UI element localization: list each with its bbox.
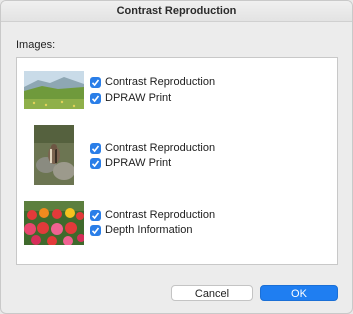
- ok-button[interactable]: OK: [260, 285, 338, 301]
- checkbox-checked-icon[interactable]: [90, 157, 101, 169]
- checkbox-checked-icon[interactable]: [90, 209, 101, 221]
- image-1-option-dpraw[interactable]: DPRAW Print: [90, 91, 171, 105]
- checkbox-checked-icon[interactable]: [90, 224, 101, 236]
- images-list-panel: Contrast Reproduction DPRAW Print Contra…: [16, 57, 338, 265]
- option-label: Contrast Reproduction: [105, 209, 216, 221]
- image-3-option-contrast[interactable]: Contrast Reproduction: [90, 208, 215, 222]
- image-1-option-contrast[interactable]: Contrast Reproduction: [90, 75, 215, 89]
- checkbox-checked-icon[interactable]: [90, 92, 101, 104]
- option-label: Contrast Reproduction: [105, 76, 216, 88]
- dialog-title: Contrast Reproduction: [1, 1, 352, 22]
- option-label: DPRAW Print: [105, 157, 172, 169]
- cancel-button[interactable]: Cancel: [171, 285, 253, 301]
- flower-bed-thumbnail: [24, 201, 84, 245]
- landscape-meadow-thumbnail: [24, 71, 84, 109]
- option-label: Depth Information: [105, 224, 193, 236]
- image-2-option-contrast[interactable]: Contrast Reproduction: [90, 141, 215, 155]
- checkbox-checked-icon[interactable]: [90, 76, 101, 88]
- dialog-window: Contrast Reproduction Images: Contrast R…: [0, 0, 353, 314]
- images-label: Images:: [16, 39, 56, 51]
- image-2-option-dpraw[interactable]: DPRAW Print: [90, 156, 171, 170]
- option-label: Contrast Reproduction: [105, 142, 216, 154]
- option-label: DPRAW Print: [105, 92, 172, 104]
- image-3-option-depth[interactable]: Depth Information: [90, 223, 192, 237]
- chipmunk-on-rocks-thumbnail: [34, 125, 74, 185]
- checkbox-checked-icon[interactable]: [90, 142, 101, 154]
